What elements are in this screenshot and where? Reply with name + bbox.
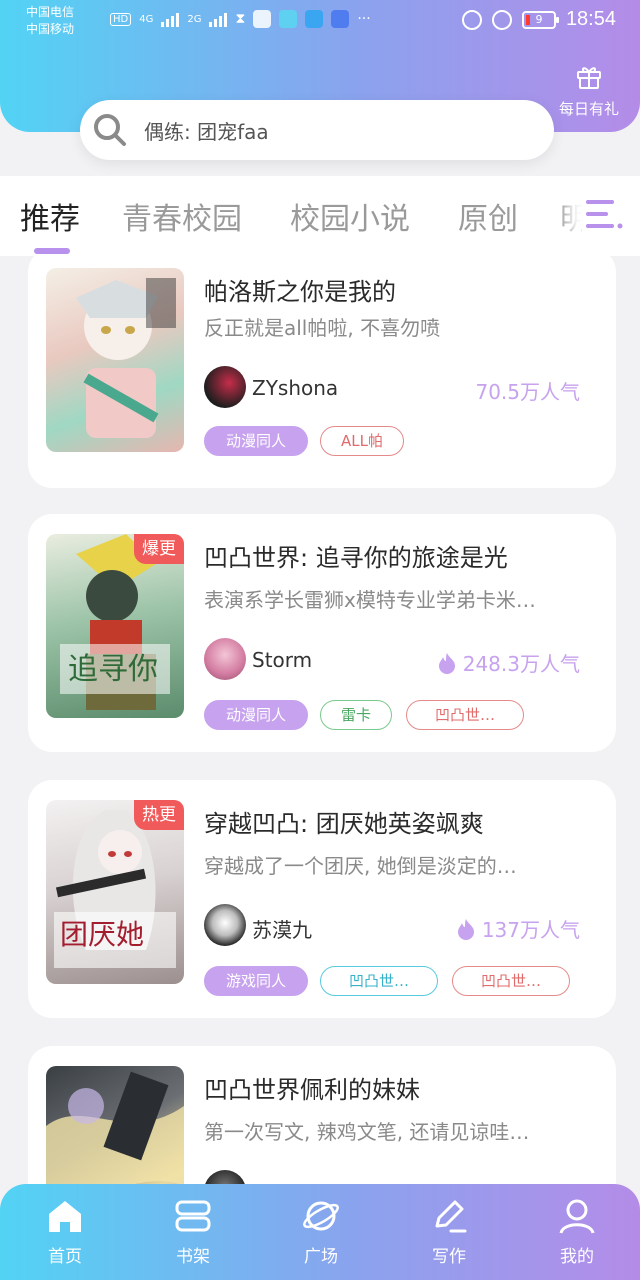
gift-icon: [577, 67, 601, 89]
author-avatar: [204, 904, 246, 946]
book-card[interactable]: 帕洛斯之你是我的 反正就是all帕啦, 不喜勿喷 ZYshona 70.5万人气…: [28, 256, 616, 488]
nav-bookshelf[interactable]: 书架: [148, 1196, 238, 1267]
book-cover: 团厌她 热更: [46, 800, 184, 984]
tag[interactable]: 动漫同人: [204, 426, 308, 456]
status-icons: HD 4G 2G ⧗ ···: [110, 10, 371, 28]
cover-badge: 热更: [134, 800, 184, 830]
tag[interactable]: 游戏同人: [204, 966, 308, 996]
cover-badge: 爆更: [134, 534, 184, 564]
book-cover: [46, 268, 184, 452]
search-input[interactable]: 偶练: 团宠faa: [80, 100, 554, 160]
flame-icon: [457, 918, 474, 940]
svg-text:追寻你: 追寻你: [68, 652, 158, 687]
alarm-icon: [491, 9, 512, 30]
tabs-menu-button[interactable]: [582, 192, 626, 236]
planet-icon: [303, 1201, 339, 1231]
tab-indicator: [34, 248, 70, 254]
signal-icon-2: [209, 11, 228, 27]
author-avatar: [204, 638, 246, 680]
cover-art: [76, 278, 176, 438]
search-placeholder: 偶练: 团宠faa: [144, 119, 269, 144]
cover-art: [46, 1071, 184, 1184]
pen-icon: [435, 1200, 467, 1233]
tab-recommend[interactable]: 推荐: [20, 194, 80, 238]
book-cover: 追寻你 爆更: [46, 534, 184, 718]
app-icon-4: [331, 10, 350, 28]
network-label-1: 4G: [139, 13, 154, 25]
book-title: 穿越凹凸: 团厌她英姿飒爽: [204, 810, 484, 838]
network-label-2: 2G: [187, 13, 202, 25]
book-desc: 表演系学长雷狮x模特专业学弟卡米…: [204, 588, 536, 612]
nav-label: 广场: [304, 1247, 338, 1267]
book-desc: 穿越成了一个团厌, 她倒是淡定的…: [204, 854, 517, 878]
book-card[interactable]: 凹凸世界佩利的妹妹 第一次写文, 辣鸡文笔, 还请见谅哇…: [28, 1046, 616, 1184]
bottom-nav: 首页 书架 广场 写作 我的: [0, 1184, 640, 1280]
author-avatar: [204, 1170, 246, 1184]
tag[interactable]: 凹凸世…: [320, 966, 438, 996]
status-time: 18:54: [565, 8, 616, 30]
tag[interactable]: 雷卡: [320, 700, 392, 730]
battery-icon: 9: [521, 10, 559, 29]
tab-youth-campus[interactable]: 青春校园: [122, 194, 242, 238]
book-feed: 帕洛斯之你是我的 反正就是all帕啦, 不喜勿喷 ZYshona 70.5万人气…: [0, 256, 640, 1184]
carrier-2: 中国移动: [26, 22, 75, 36]
popularity: 248.3万人气: [437, 648, 580, 677]
home-icon: [49, 1201, 81, 1232]
nav-square[interactable]: 广场: [276, 1196, 366, 1267]
popularity-value: 137万人气: [481, 918, 580, 942]
user-icon: [559, 1199, 595, 1234]
battery-level: 9: [535, 12, 543, 26]
hourglass-icon: ⧗: [235, 11, 246, 27]
daily-gift-button[interactable]: 每日有礼: [552, 62, 626, 119]
status-right: 9 18:54: [461, 8, 616, 31]
book-cover: [46, 1066, 184, 1184]
nav-label: 我的: [560, 1247, 594, 1267]
book-title: 帕洛斯之你是我的: [204, 278, 396, 306]
book-card[interactable]: 追寻你 爆更 凹凸世界: 追寻你的旅途是光 表演系学长雷狮x模特专业学弟卡米… …: [28, 514, 616, 752]
nav-write[interactable]: 写作: [404, 1196, 494, 1267]
menu-lines-icon: [586, 200, 623, 229]
tag[interactable]: 凹凸世…: [406, 700, 524, 730]
nav-label: 写作: [432, 1247, 466, 1267]
status-bar: 中国电信 中国移动 HD 4G 2G ⧗ ··· 9 18:54: [0, 0, 640, 44]
carrier-1: 中国电信: [26, 5, 75, 19]
tag[interactable]: 凹凸世…: [452, 966, 570, 996]
category-tabs: 推荐 青春校园 校园小说 原创 明星: [0, 176, 640, 256]
signal-icon-1: [161, 11, 180, 27]
more-icon: ···: [357, 11, 371, 27]
popularity-value: 248.3万人气: [462, 652, 580, 676]
search-icon: [94, 114, 126, 146]
author-name: Storm: [252, 648, 313, 672]
book-title: 凹凸世界: 追寻你的旅途是光: [204, 544, 508, 572]
tab-original[interactable]: 原创: [458, 194, 518, 238]
popularity: 70.5万人气: [475, 376, 580, 405]
app-icon-2: [279, 10, 298, 28]
popularity-value: 70.5万人气: [475, 380, 580, 404]
hd-icon: HD: [110, 12, 132, 26]
data-saver-icon: [461, 9, 482, 30]
tab-campus-novel[interactable]: 校园小说: [290, 194, 410, 238]
tag[interactable]: 动漫同人: [204, 700, 308, 730]
carrier-info: 中国电信 中国移动: [26, 4, 74, 38]
book-card[interactable]: 团厌她 热更 穿越凹凸: 团厌她英姿飒爽 穿越成了一个团厌, 她倒是淡定的… 苏…: [28, 780, 616, 1018]
flame-icon: [438, 652, 455, 674]
daily-gift-label: 每日有礼: [558, 100, 619, 118]
bookshelf-icon: [175, 1200, 211, 1232]
app-icon-3: [305, 10, 324, 28]
app-icon-1: [253, 10, 272, 28]
author-name: 苏漠九: [252, 918, 312, 942]
tag[interactable]: ALL帕: [320, 426, 404, 456]
nav-label: 首页: [48, 1247, 82, 1267]
author-name: ZYshona: [252, 376, 339, 400]
book-desc: 反正就是all帕啦, 不喜勿喷: [204, 316, 441, 340]
nav-home[interactable]: 首页: [20, 1196, 110, 1267]
book-desc: 第一次写文, 辣鸡文笔, 还请见谅哇…: [204, 1120, 530, 1144]
nav-mine[interactable]: 我的: [532, 1196, 622, 1267]
popularity: 137万人气: [456, 914, 580, 943]
nav-label: 书架: [176, 1247, 210, 1267]
book-title: 凹凸世界佩利的妹妹: [204, 1076, 420, 1104]
author-avatar: [204, 366, 246, 408]
svg-text:团厌她: 团厌她: [60, 918, 144, 951]
